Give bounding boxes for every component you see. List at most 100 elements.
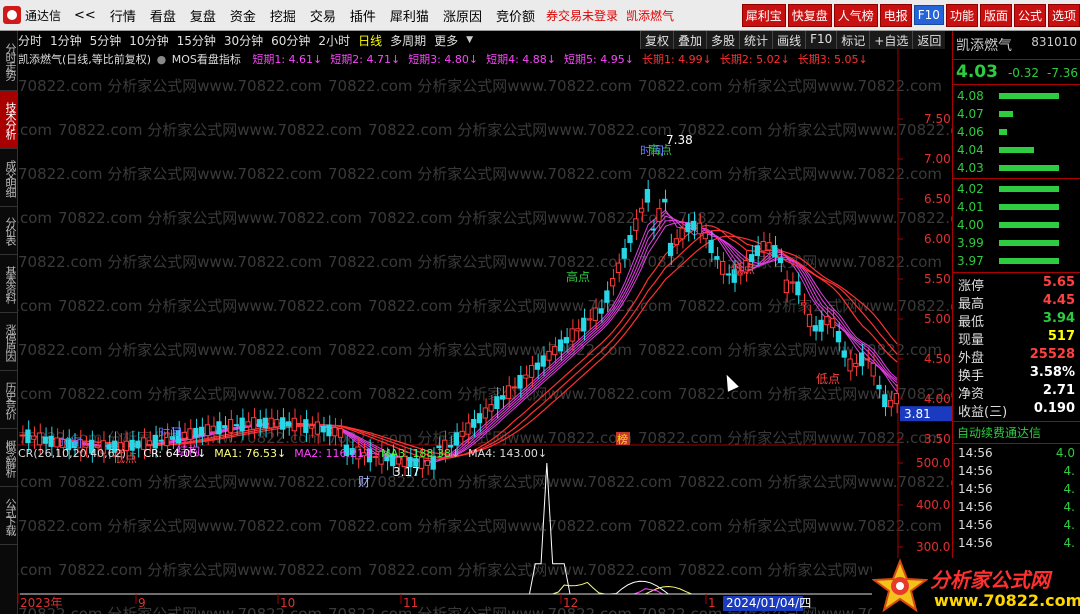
stat-label: 最高	[958, 297, 985, 312]
diejia-button[interactable]: 叠加	[673, 31, 707, 49]
candle-body	[25, 429, 31, 444]
period-10min[interactable]: 10分钟	[129, 32, 168, 49]
period-60min[interactable]: 60分钟	[271, 32, 310, 49]
back-button[interactable]: 返回	[912, 31, 946, 49]
buy-order-row[interactable]: 4.02	[953, 180, 1080, 198]
watermark-text: 70822.com 分析家公式网www.70822.com	[58, 473, 362, 491]
tick-time: 14:56	[958, 464, 993, 478]
sell-order-row[interactable]: 4.06	[953, 123, 1080, 141]
period-daily[interactable]: 日线	[358, 32, 382, 49]
dianbao-button[interactable]: 电报	[879, 3, 912, 27]
candle-body	[523, 374, 529, 379]
gongneng-button[interactable]: 功能	[945, 3, 978, 27]
date-label: 9	[138, 596, 146, 610]
sell-order-row[interactable]: 4.08	[953, 87, 1080, 105]
xuanxiang-button[interactable]: 选项	[1047, 3, 1080, 27]
period-5min[interactable]: 5分钟	[90, 32, 122, 49]
annotation-label: 时间	[640, 144, 664, 158]
sell-order-row[interactable]: 4.03	[953, 159, 1080, 177]
stat-value: 0.190	[1033, 401, 1075, 416]
stat-value: 4.45	[1042, 293, 1075, 308]
fuquan-button[interactable]: 复权	[640, 31, 674, 49]
period-multi[interactable]: 多周期	[390, 32, 426, 49]
side-tab-jishu[interactable]: 技术分析	[0, 91, 18, 149]
side-tab-column: 分时走势 技术分析 成交明细 分价表 基本资料 涨停原因 历史竞价 概念解析 公…	[0, 31, 18, 614]
brand-watermark: 分析家公式网 www.70822.com	[871, 558, 1080, 614]
watermark-text: 70822.com 分析家公式网www.70822.com	[18, 121, 52, 139]
indicator-name[interactable]: MOS看盘指标	[172, 53, 241, 66]
duogu-button[interactable]: 多股	[706, 31, 740, 49]
price-label: 3.50	[924, 432, 951, 446]
side-tab-fenshi[interactable]: 分时走势	[0, 31, 18, 91]
kline-chart[interactable]: 70822.com 分析家公式网www.70822.com 70822.com 分…	[18, 49, 952, 614]
order-price: 4.00	[957, 218, 984, 232]
candle-body	[604, 290, 610, 303]
menu-zijin[interactable]: 资金	[223, 6, 263, 25]
candle-body	[274, 419, 280, 428]
menu-jiaoyi[interactable]: 交易	[303, 6, 343, 25]
side-tab-chengjiao[interactable]: 成交明细	[0, 149, 18, 207]
side-tab-gongshi[interactable]: 公式下载	[0, 487, 18, 545]
buy-order-row[interactable]: 4.01	[953, 198, 1080, 216]
f10-button[interactable]: F10	[913, 5, 944, 25]
price-label: 6.00	[924, 232, 951, 246]
nav-back-button[interactable]: <<	[67, 8, 103, 23]
candle-body	[332, 427, 338, 437]
period-more[interactable]: 更多	[434, 32, 458, 49]
side-tab-jingjia[interactable]: 历史竞价	[0, 371, 18, 429]
sell-order-row[interactable]: 4.07	[953, 105, 1080, 123]
side-tab-fenjia[interactable]: 分价表	[0, 207, 18, 255]
candle-body	[256, 419, 263, 428]
chart-f10-button[interactable]: F10	[805, 31, 837, 49]
buy-order-row[interactable]: 3.97	[953, 252, 1080, 270]
side-tab-zhangting[interactable]: 涨停原因	[0, 313, 18, 371]
order-price: 4.06	[957, 125, 984, 139]
cr-name[interactable]: CR(26,10,20,40,62)	[18, 447, 126, 460]
add-watchlist-button[interactable]: +自选	[869, 31, 913, 49]
menu-fupan[interactable]: 复盘	[183, 6, 223, 25]
banmian-button[interactable]: 版面	[979, 3, 1012, 27]
renqibang-button[interactable]: 人气榜	[833, 3, 878, 27]
menu-wajue[interactable]: 挖掘	[263, 6, 303, 25]
period-fenshi[interactable]: 分时	[18, 32, 42, 49]
buy-order-row[interactable]: 4.00	[953, 216, 1080, 234]
price-tag-text: 3.81	[904, 407, 931, 421]
side-tab-jiben[interactable]: 基本资料	[0, 255, 18, 313]
chevron-down-icon[interactable]: ▼	[466, 35, 473, 45]
stat-row: 涨停 5.65	[953, 275, 1080, 294]
xilibao-button[interactable]: 犀利宝	[741, 3, 786, 27]
stat-row: 外盘 25528	[953, 347, 1080, 366]
period-2hour[interactable]: 2小时	[318, 32, 350, 49]
tick-price: 4.	[1063, 518, 1075, 532]
menu-zhangyuanyin[interactable]: 涨原因	[436, 6, 489, 25]
candle-body	[552, 346, 558, 356]
price-label: 5.00	[924, 312, 951, 326]
watermark-text: 70822.com 分析家公式网www.70822.com	[18, 209, 52, 227]
stat-label: 净资	[958, 387, 985, 402]
candle-body	[216, 421, 222, 435]
tick-row: 14:56 4.	[953, 536, 1080, 554]
candle-body	[181, 431, 187, 439]
kuaifupan-button[interactable]: 快复盘	[787, 3, 832, 27]
price-label: 5.50	[924, 272, 951, 286]
period-30min[interactable]: 30分钟	[224, 32, 263, 49]
login-notice[interactable]: 券交易未登录	[546, 7, 618, 24]
buy-order-row[interactable]: 3.99	[953, 234, 1080, 252]
huaxian-button[interactable]: 画线	[772, 31, 806, 49]
menu-jingjiae[interactable]: 竞价额	[489, 6, 542, 25]
menu-hangqing[interactable]: 行情	[103, 6, 143, 25]
menu-chajian[interactable]: 插件	[343, 6, 383, 25]
watermark-text: 70822.com 分析家公式网www.70822.com	[368, 561, 672, 579]
candle-body	[772, 245, 778, 258]
menu-kanpan[interactable]: 看盘	[143, 6, 183, 25]
tongji-button[interactable]: 统计	[739, 31, 773, 49]
sell-order-row[interactable]: 4.04	[953, 141, 1080, 159]
gongshi-button[interactable]: 公式	[1013, 3, 1046, 27]
period-15min[interactable]: 15分钟	[177, 32, 216, 49]
renew-notice[interactable]: 自动续费通达信	[953, 421, 1080, 444]
biaoji-button[interactable]: 标记	[836, 31, 870, 49]
period-1min[interactable]: 1分钟	[50, 32, 82, 49]
tick-time: 14:56	[958, 536, 993, 550]
side-tab-gainian[interactable]: 概念解析	[0, 429, 18, 487]
menu-xilimao[interactable]: 犀利猫	[383, 6, 436, 25]
